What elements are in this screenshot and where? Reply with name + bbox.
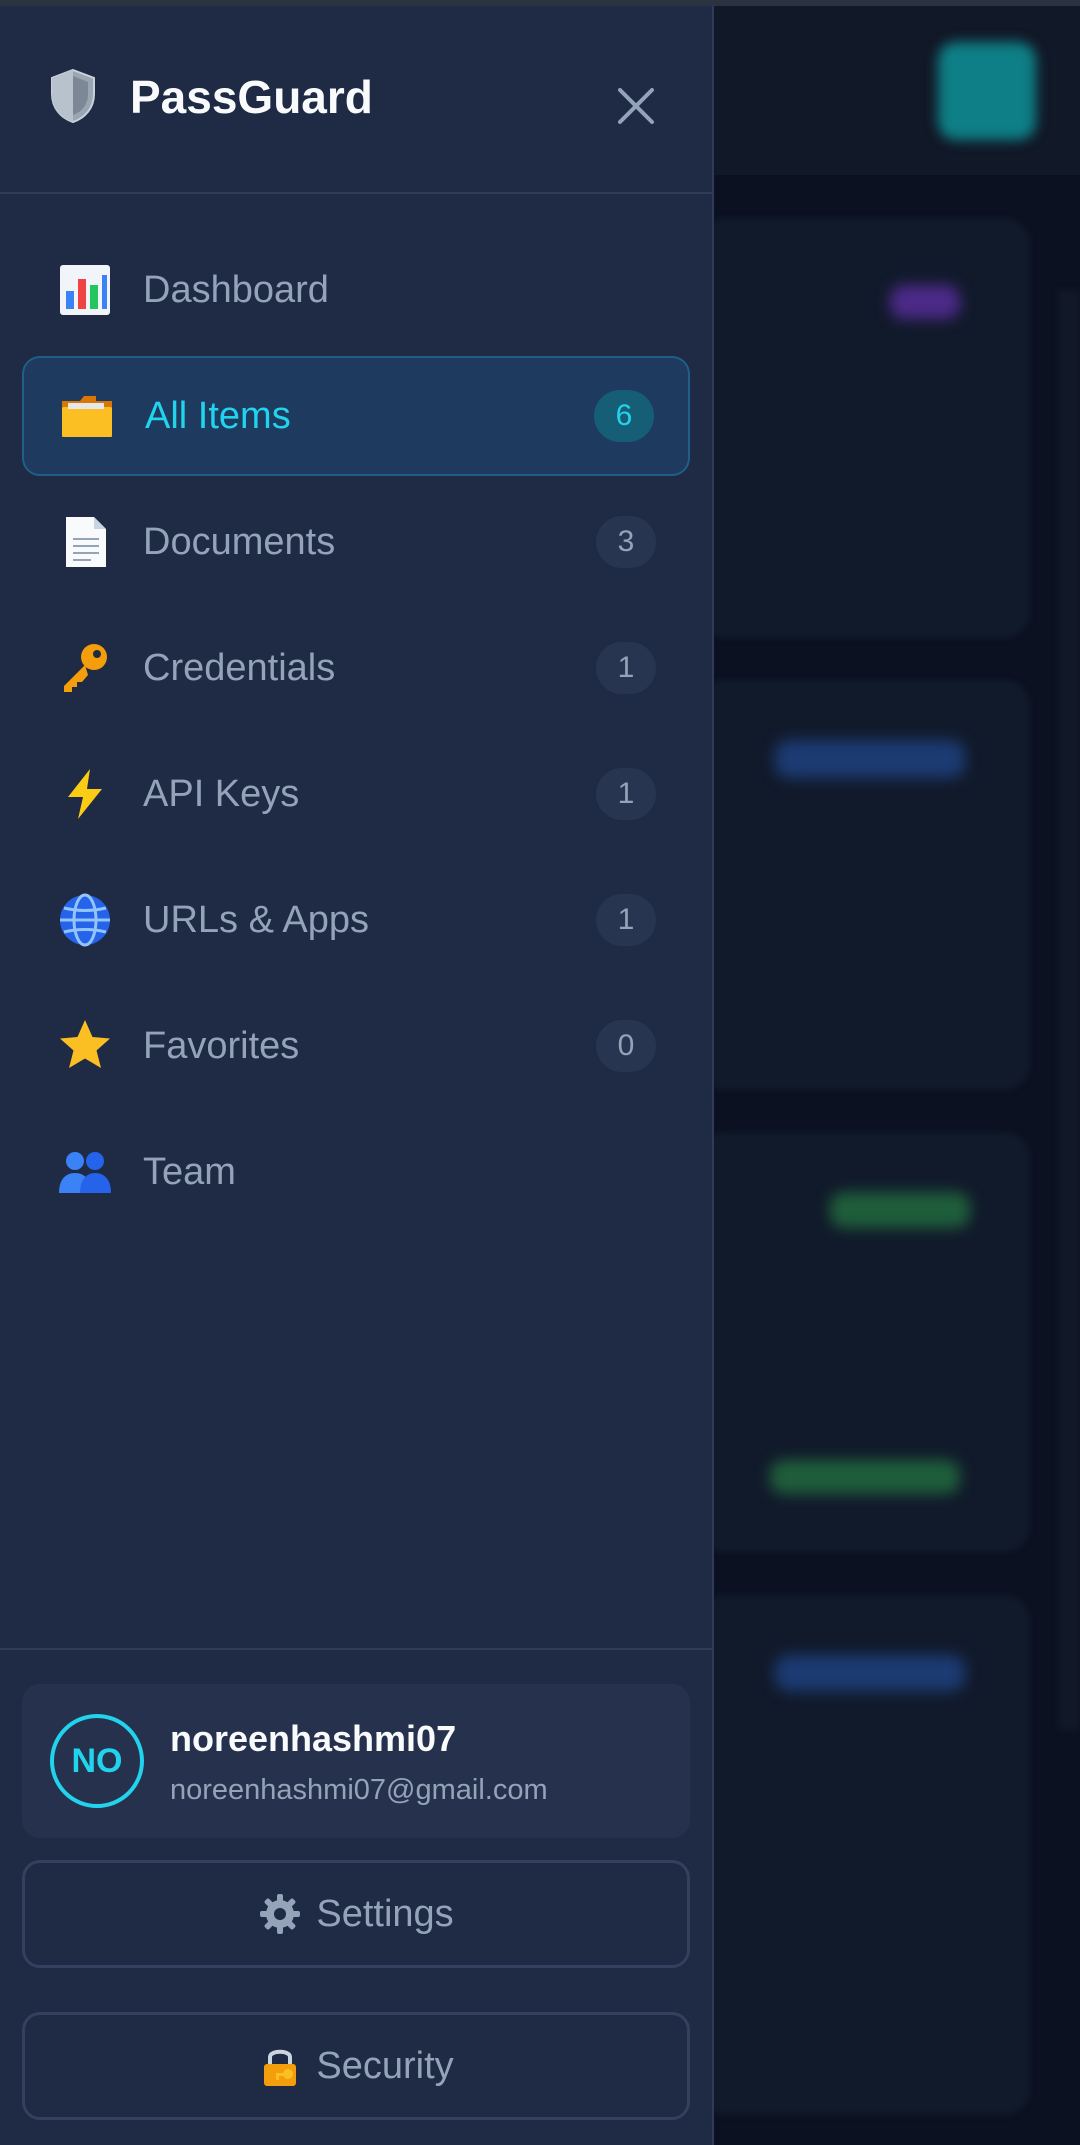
close-icon[interactable] bbox=[606, 76, 666, 136]
bar-chart-icon bbox=[60, 265, 110, 315]
background-tag bbox=[770, 1460, 960, 1494]
security-button[interactable]: Security bbox=[22, 2012, 690, 2120]
lightning-icon bbox=[68, 769, 102, 819]
user-profile-card[interactable]: NO noreenhashmi07 noreenhashmi07@gmail.c… bbox=[22, 1684, 690, 1838]
globe-icon bbox=[60, 893, 110, 947]
sidebar-item-api-keys[interactable]: API Keys 1 bbox=[22, 734, 690, 854]
sidebar-item-dashboard[interactable]: Dashboard bbox=[22, 230, 690, 350]
background-tag bbox=[775, 740, 965, 778]
sidebar-item-label: Documents bbox=[143, 520, 336, 563]
gear-icon bbox=[260, 1894, 301, 1934]
settings-button[interactable]: Settings bbox=[22, 1860, 690, 1968]
drawer-header: PassGuard bbox=[0, 6, 712, 194]
sidebar-item-urls-apps[interactable]: URLs & Apps 1 bbox=[22, 860, 690, 980]
sidebar-item-label: Team bbox=[143, 1150, 236, 1193]
user-email: noreenhashmi07@gmail.com bbox=[170, 1774, 548, 1806]
item-count-badge: 3 bbox=[596, 516, 656, 568]
background-tag bbox=[830, 1192, 970, 1228]
background-panel-edge bbox=[1058, 290, 1080, 1730]
security-label: Security bbox=[316, 2044, 454, 2087]
background-tag bbox=[890, 285, 960, 319]
sidebar-item-all-items[interactable]: All Items 6 bbox=[22, 356, 690, 476]
item-count-badge: 1 bbox=[596, 642, 656, 694]
window-top-edge bbox=[0, 0, 1080, 6]
sidebar-item-credentials[interactable]: Credentials 1 bbox=[22, 608, 690, 728]
sidebar-item-label: API Keys bbox=[143, 772, 300, 815]
star-icon bbox=[60, 1020, 110, 1068]
lock-with-key-icon bbox=[264, 2049, 297, 2086]
sidebar-item-label: Dashboard bbox=[143, 268, 329, 311]
sidebar-nav: Dashboard All Items 6 Documents 3 Creden… bbox=[22, 230, 690, 1238]
sidebar-item-label: All Items bbox=[145, 394, 291, 437]
sidebar-item-label: Favorites bbox=[143, 1024, 300, 1067]
background-card bbox=[700, 218, 1030, 638]
sidebar-item-team[interactable]: Team bbox=[22, 1112, 690, 1232]
sidebar-item-favorites[interactable]: Favorites 0 bbox=[22, 986, 690, 1106]
item-count-badge: 0 bbox=[596, 1020, 656, 1072]
background-tag bbox=[775, 1655, 965, 1691]
item-count-badge: 6 bbox=[594, 390, 654, 442]
avatar: NO bbox=[50, 1714, 144, 1808]
key-icon bbox=[64, 644, 107, 692]
item-count-badge: 1 bbox=[596, 894, 656, 946]
shield-icon bbox=[51, 68, 95, 124]
sidebar-item-label: Credentials bbox=[143, 646, 336, 689]
sidebar-item-label: URLs & Apps bbox=[143, 898, 369, 941]
folder-icon bbox=[62, 396, 112, 437]
document-icon bbox=[66, 517, 106, 567]
sidebar-item-documents[interactable]: Documents 3 bbox=[22, 482, 690, 602]
app-title: PassGuard bbox=[130, 71, 373, 123]
item-count-badge: 1 bbox=[596, 768, 656, 820]
users-icon bbox=[59, 1152, 111, 1193]
divider bbox=[0, 1648, 712, 1650]
settings-label: Settings bbox=[316, 1892, 454, 1935]
background-action-button bbox=[938, 42, 1036, 140]
user-name: noreenhashmi07 bbox=[170, 1718, 457, 1759]
navigation-drawer: PassGuard Dashboard All Items 6 Document… bbox=[0, 6, 714, 2145]
